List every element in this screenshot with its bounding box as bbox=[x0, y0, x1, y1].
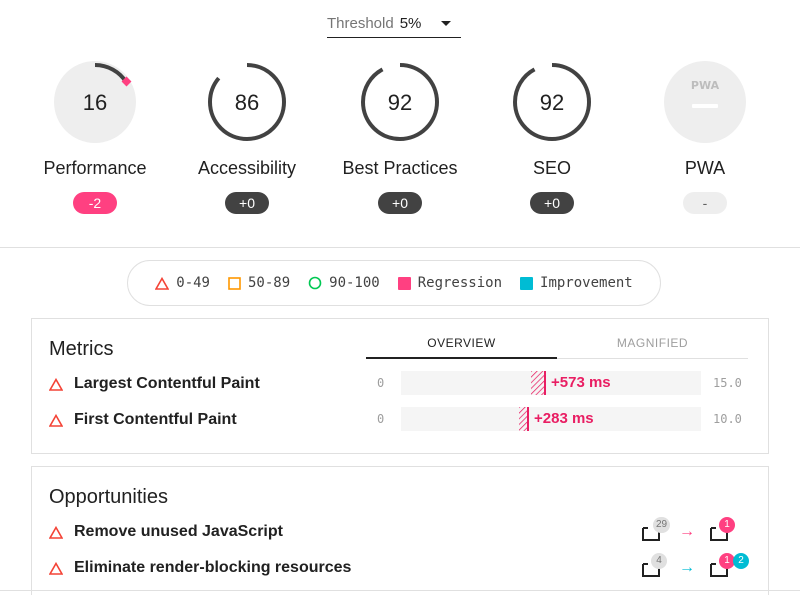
before-count-badge: 29 bbox=[653, 517, 671, 533]
metric-row[interactable]: First Contentful Paint bbox=[49, 411, 237, 429]
legend-regression: Regression bbox=[397, 275, 503, 291]
gauge-score: 92 bbox=[387, 90, 413, 115]
regression-swatch-icon bbox=[397, 276, 411, 290]
gauge-name: Best Practices bbox=[342, 158, 458, 178]
gauge-score: 86 bbox=[234, 90, 260, 115]
legend: 0-49 50-89 90-100 Regression Improvement bbox=[127, 260, 661, 306]
regression-hatch bbox=[519, 407, 529, 431]
threshold-label: Threshold bbox=[327, 15, 394, 32]
bar-min-label: 0 bbox=[377, 412, 385, 426]
opportunities-card: Opportunities Remove unused JavaScript 2… bbox=[31, 466, 769, 595]
tab-overview[interactable]: OVERVIEW bbox=[366, 329, 557, 359]
delta-badge: +0 bbox=[378, 192, 422, 214]
gauge-best-practices[interactable]: 92 Best Practices +0 bbox=[325, 60, 475, 214]
after-improvement-badge: 2 bbox=[733, 553, 749, 569]
caret-down-icon bbox=[441, 21, 451, 26]
metric-name: First Contentful Paint bbox=[74, 411, 237, 428]
metrics-card: Metrics OVERVIEW MAGNIFIED Largest Conte… bbox=[31, 318, 769, 454]
circle-icon bbox=[308, 276, 322, 290]
arrow-right-icon: → bbox=[679, 559, 695, 576]
opportunities-title: Opportunities bbox=[49, 486, 168, 508]
metric-delta: +283 ms bbox=[534, 410, 594, 427]
opportunity-name: Eliminate render-blocking resources bbox=[74, 559, 352, 576]
triangle-icon bbox=[49, 561, 63, 575]
after-count-badge: 1 bbox=[719, 517, 735, 533]
section-divider bbox=[0, 247, 800, 248]
delta-badge: -2 bbox=[73, 192, 117, 214]
gauge-accessibility[interactable]: 86 Accessibility +0 bbox=[172, 60, 322, 214]
improvement-swatch-icon bbox=[520, 276, 534, 290]
triangle-icon bbox=[49, 377, 63, 391]
threshold-dropdown[interactable]: Threshold 5% bbox=[327, 10, 461, 38]
gauge-name: PWA bbox=[684, 158, 726, 178]
resource-comparison: 4 → 1 2 bbox=[642, 553, 762, 583]
bar-max-label: 15.0 bbox=[713, 376, 742, 390]
triangle-icon bbox=[49, 525, 63, 539]
triangle-icon bbox=[49, 413, 63, 427]
gauge-score: 92 bbox=[539, 90, 565, 115]
legend-average: 50-89 bbox=[228, 275, 290, 291]
bar-track: +283 ms bbox=[401, 407, 701, 431]
bar-max-label: 10.0 bbox=[713, 412, 742, 426]
opportunity-name: Remove unused JavaScript bbox=[74, 523, 283, 540]
opportunity-row[interactable]: Remove unused JavaScript bbox=[49, 523, 283, 541]
metric-bar: 0 +283 ms 10.0 bbox=[377, 407, 753, 431]
gauge-name: Accessibility bbox=[197, 158, 297, 178]
bottom-divider bbox=[0, 590, 800, 591]
legend-fail: 0-49 bbox=[155, 275, 210, 291]
delta-badge: +0 bbox=[530, 192, 574, 214]
gauge-name: Performance bbox=[43, 158, 147, 178]
regression-hatch bbox=[531, 371, 546, 395]
pwa-icon: PWA bbox=[664, 61, 746, 143]
gauge-name: SEO bbox=[532, 158, 571, 178]
metric-delta: +573 ms bbox=[551, 374, 611, 391]
delta-badge: +0 bbox=[225, 192, 269, 214]
gauge-score: 16 bbox=[82, 90, 108, 115]
gauge-seo[interactable]: 92 SEO +0 bbox=[477, 60, 627, 214]
legend-improvement: Improvement bbox=[520, 275, 633, 291]
metric-name: Largest Contentful Paint bbox=[74, 375, 260, 392]
metric-bar: 0 +573 ms 15.0 bbox=[377, 371, 753, 395]
arrow-right-icon: → bbox=[679, 523, 695, 540]
metrics-title: Metrics bbox=[49, 338, 114, 360]
gauge-performance[interactable]: 16 Performance -2 bbox=[20, 60, 170, 214]
metrics-tabs: OVERVIEW MAGNIFIED bbox=[366, 329, 748, 359]
delta-badge: - bbox=[683, 192, 727, 214]
legend-average-label: 50-89 bbox=[247, 275, 291, 291]
metric-row[interactable]: Largest Contentful Paint bbox=[49, 375, 260, 393]
legend-improvement-label: Improvement bbox=[540, 275, 633, 291]
legend-pass: 90-100 bbox=[308, 275, 380, 291]
before-count-badge: 4 bbox=[651, 553, 667, 569]
opportunity-row[interactable]: Eliminate render-blocking resources bbox=[49, 559, 351, 577]
legend-fail-label: 0-49 bbox=[176, 275, 210, 291]
resource-comparison: 29 → 1 bbox=[642, 517, 752, 547]
bar-min-label: 0 bbox=[377, 376, 385, 390]
gauge-pwa[interactable]: PWA PWA - bbox=[630, 60, 780, 214]
tab-magnified[interactable]: MAGNIFIED bbox=[557, 329, 748, 359]
threshold-value: 5% bbox=[399, 15, 422, 32]
legend-pass-label: 90-100 bbox=[329, 275, 380, 291]
bar-track: +573 ms bbox=[401, 371, 701, 395]
legend-regression-label: Regression bbox=[417, 275, 503, 291]
svg-text:PWA: PWA bbox=[691, 79, 720, 92]
triangle-icon bbox=[155, 276, 170, 290]
square-icon bbox=[228, 276, 241, 290]
